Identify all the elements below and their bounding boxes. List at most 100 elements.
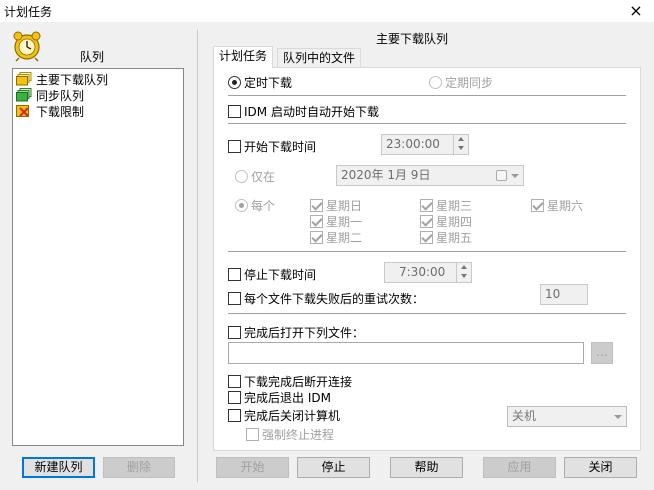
one-time-label: 定时下载 <box>244 76 293 90</box>
once-on-date-label: 仅在 <box>251 170 276 184</box>
exit-idm-when-done-checkbox[interactable]: 完成后退出 IDM <box>228 389 331 406</box>
hang-up-when-done-label: 下载完成后断开连接 <box>244 375 353 389</box>
start-on-idm-startup-label: IDM 启动时自动开始下载 <box>244 105 379 119</box>
every-day-radio[interactable]: 每个 <box>235 197 275 214</box>
shutdown-mode-value: 关机 <box>512 409 537 423</box>
radio-dot <box>228 76 241 89</box>
download-limit-icon <box>16 104 32 118</box>
stop-time-field[interactable]: 7:30:00 <box>384 262 472 283</box>
start-time-field[interactable]: 23:00:00 <box>381 134 469 155</box>
queue-item-limit[interactable]: 下载限制 <box>16 103 84 119</box>
checkbox-box <box>228 409 241 422</box>
start-time-spinner[interactable] <box>453 135 468 154</box>
day-sunday-checkbox[interactable]: 星期日 <box>310 197 362 214</box>
stop-time-spinner[interactable] <box>456 263 471 282</box>
date-picker[interactable]: 2020年 1月 9日 <box>336 165 524 186</box>
stop-button[interactable]: 停止 <box>297 457 370 478</box>
stop-download-at-checkbox[interactable]: 停止下载时间 <box>228 266 316 283</box>
checkbox-box <box>420 199 433 212</box>
checkbox-box <box>531 199 544 212</box>
open-file-path-input[interactable] <box>228 342 584 364</box>
start-time-value: 23:00:00 <box>386 137 440 151</box>
day-tuesday-checkbox[interactable]: 星期二 <box>310 229 362 246</box>
day-label: 星期六 <box>547 199 584 213</box>
checkbox-box <box>228 292 241 305</box>
periodic-sync-radio[interactable]: 定期同步 <box>429 74 493 91</box>
once-on-date-radio[interactable]: 仅在 <box>235 168 275 185</box>
radio-dot <box>429 76 442 89</box>
start-button[interactable]: 开始 <box>216 457 289 478</box>
shutdown-mode-select[interactable]: 关机 <box>507 406 627 427</box>
shutdown-when-done-label: 完成后关闭计算机 <box>244 409 341 423</box>
checkbox-box <box>310 199 323 212</box>
day-monday-checkbox[interactable]: 星期一 <box>310 213 362 230</box>
force-terminate-label: 强制终止进程 <box>262 428 335 442</box>
separator <box>228 95 626 96</box>
day-saturday-checkbox[interactable]: 星期六 <box>531 197 583 214</box>
queue-item-label: 下载限制 <box>36 104 85 119</box>
queue-item-label: 主要下载队列 <box>36 72 109 87</box>
new-queue-button[interactable]: 新建队列 <box>22 457 95 478</box>
retry-count-checkbox[interactable]: 每个文件下载失败后的重试次数： <box>228 290 424 307</box>
checkbox-box <box>228 268 241 281</box>
help-button[interactable]: 帮助 <box>390 457 463 478</box>
periodic-sync-label: 定期同步 <box>445 76 494 90</box>
open-file-when-done-checkbox[interactable]: 完成后打开下列文件： <box>228 324 364 341</box>
delete-queue-button[interactable]: 删除 <box>103 457 175 478</box>
folder-stack-green-icon <box>16 88 32 102</box>
scheduler-clock-icon <box>10 30 44 62</box>
exit-idm-when-done-label: 完成后退出 IDM <box>244 391 331 405</box>
shutdown-when-done-checkbox[interactable]: 完成后关闭计算机 <box>228 407 340 424</box>
start-on-idm-startup-checkbox[interactable]: IDM 启动时自动开始下载 <box>228 103 379 120</box>
close-button[interactable]: 关闭 <box>564 457 637 478</box>
open-file-when-done-label: 完成后打开下列文件： <box>244 326 365 340</box>
tab-schedule[interactable]: 计划任务 <box>213 46 274 68</box>
hang-up-when-done-checkbox[interactable]: 下载完成后断开连接 <box>228 373 352 390</box>
queue-list[interactable]: 主要下载队列 同步队列 下载限制 <box>12 68 184 446</box>
queue-item-label: 同步队列 <box>36 88 85 103</box>
day-label: 星期三 <box>436 199 473 213</box>
stop-time-value: 7:30:00 <box>399 265 446 279</box>
checkbox-box <box>246 428 259 441</box>
spin-down-icon[interactable] <box>457 272 471 281</box>
browse-file-button[interactable]: ... <box>591 342 613 364</box>
queue-item-sync[interactable]: 同步队列 <box>16 87 84 103</box>
chevron-down-icon[interactable] <box>511 174 519 178</box>
apply-button[interactable]: 应用 <box>483 457 556 478</box>
retry-count-label: 每个文件下载失败后的重试次数： <box>244 292 425 306</box>
checkbox-box <box>310 231 323 244</box>
spin-up-icon[interactable] <box>454 135 468 144</box>
retry-count-field[interactable]: 10 <box>540 284 588 305</box>
start-download-at-label: 开始下载时间 <box>244 140 317 154</box>
day-label: 星期五 <box>436 231 473 245</box>
panel-title: 主要下载队列 <box>376 32 449 46</box>
checkbox-box <box>228 375 241 388</box>
day-wednesday-checkbox[interactable]: 星期三 <box>420 197 472 214</box>
day-label: 星期二 <box>326 231 363 245</box>
checkbox-box <box>420 215 433 228</box>
checkbox-box <box>228 326 241 339</box>
one-time-radio[interactable]: 定时下载 <box>228 74 292 91</box>
start-download-at-checkbox[interactable]: 开始下载时间 <box>228 138 316 155</box>
date-value: 2020年 1月 9日 <box>341 168 431 182</box>
separator <box>228 251 626 252</box>
title-bar: 计划任务 × <box>0 0 654 22</box>
calendar-icon[interactable] <box>496 170 507 181</box>
panel-divider <box>197 30 198 482</box>
day-thursday-checkbox[interactable]: 星期四 <box>420 213 472 230</box>
queue-item-main[interactable]: 主要下载队列 <box>16 71 108 87</box>
spin-down-icon[interactable] <box>454 144 468 153</box>
checkbox-box <box>228 105 241 118</box>
separator <box>228 123 626 124</box>
force-terminate-checkbox[interactable]: 强制终止进程 <box>246 426 334 443</box>
close-icon[interactable]: × <box>624 0 648 22</box>
chevron-down-icon[interactable] <box>614 415 622 419</box>
radio-dot <box>235 170 248 183</box>
day-friday-checkbox[interactable]: 星期五 <box>420 229 472 246</box>
checkbox-box <box>228 140 241 153</box>
spin-up-icon[interactable] <box>457 263 471 272</box>
folder-stack-yellow-icon <box>16 72 32 86</box>
checkbox-box <box>420 231 433 244</box>
every-day-label: 每个 <box>251 199 276 213</box>
tab-files-in-queue[interactable]: 队列中的文件 <box>277 48 362 68</box>
